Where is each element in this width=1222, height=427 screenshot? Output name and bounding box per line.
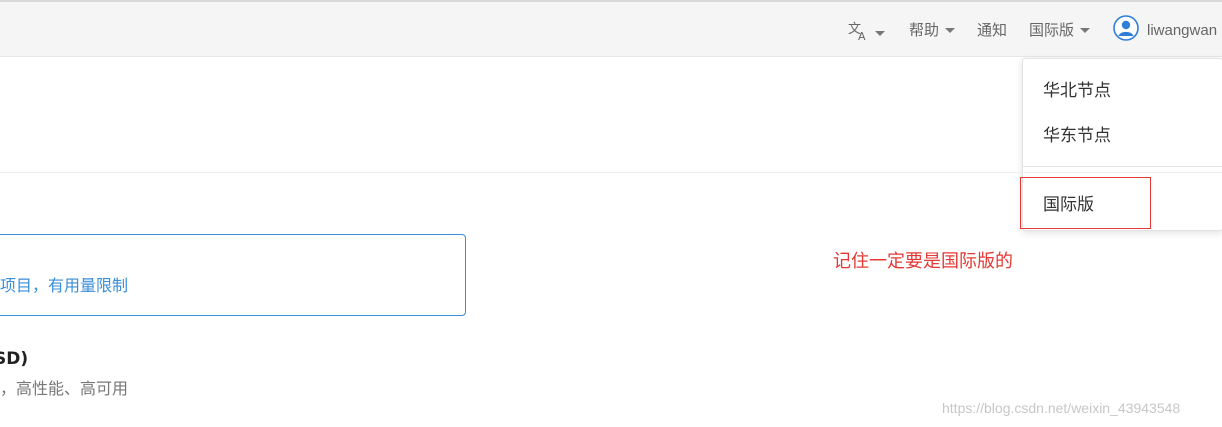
user-avatar-icon: [1113, 15, 1139, 45]
dropdown-divider: [1023, 166, 1222, 167]
product-title: SD): [0, 349, 29, 369]
translate-icon: 文 A: [847, 19, 869, 45]
edition-menu[interactable]: 国际版: [1029, 19, 1091, 40]
annotation-note: 记住一定要是国际版的: [833, 251, 1013, 272]
help-menu[interactable]: 帮助: [909, 19, 956, 40]
dropdown-item-north-china[interactable]: 华北节点: [1043, 76, 1111, 101]
product-description: ，高性能、高可用: [0, 379, 129, 398]
username: liwangwan: [1147, 21, 1218, 39]
language-switcher[interactable]: 文 A: [847, 19, 885, 45]
info-notice-box: [0, 234, 466, 316]
notifications-link[interactable]: 通知: [977, 19, 1007, 40]
help-label: 帮助: [909, 21, 940, 39]
edition-label: 国际版: [1029, 21, 1075, 39]
chevron-down-icon: [1080, 28, 1091, 33]
info-notice-text: 项目，有用量限制: [0, 276, 129, 295]
chevron-down-icon: [875, 30, 885, 36]
dropdown-item-east-china[interactable]: 华东节点: [1043, 121, 1111, 146]
svg-text:A: A: [858, 30, 866, 41]
user-menu[interactable]: liwangwan: [1113, 15, 1217, 45]
watermark: https://blog.csdn.net/weixin_43943548: [942, 400, 1181, 416]
notifications-label: 通知: [977, 21, 1008, 39]
highlight-annotation-box: [1020, 177, 1151, 229]
section-divider: [0, 172, 1222, 173]
top-navbar: 文 A 帮助 通知 国际版 liwangwan: [0, 2, 1222, 57]
chevron-down-icon: [945, 28, 956, 33]
